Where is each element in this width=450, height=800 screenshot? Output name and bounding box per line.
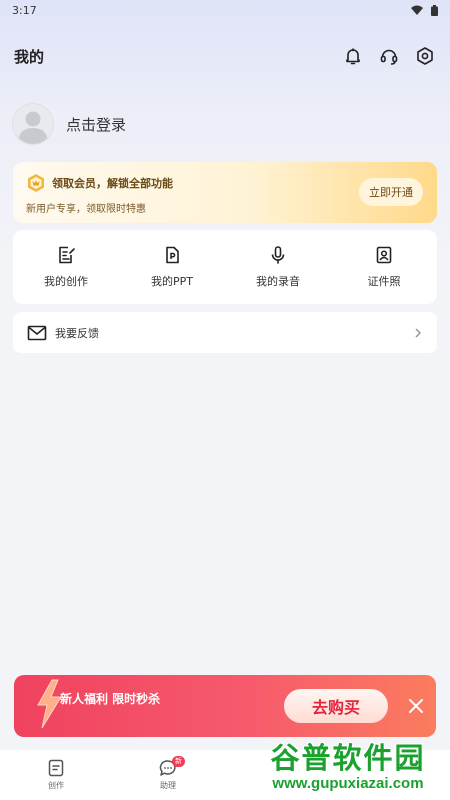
- status-time: 3:17: [12, 3, 37, 17]
- vip-subtitle: 新用户专享，领取限时特惠: [26, 204, 146, 215]
- watermark-brand: 谷普软件园: [270, 741, 426, 775]
- login-prompt[interactable]: 点击登录: [66, 114, 126, 135]
- document-icon: [48, 759, 64, 777]
- tab-label: 创作: [48, 781, 64, 790]
- tab-label: 助理: [160, 781, 176, 790]
- feedback-label: 我要反馈: [55, 326, 99, 340]
- grid-label: 我的创作: [44, 275, 88, 288]
- grid-item-my-ppt[interactable]: 我的PPT: [119, 230, 225, 304]
- avatar[interactable]: [12, 103, 54, 145]
- grid-item-my-recordings[interactable]: 我的录音: [225, 230, 331, 304]
- watermark: 谷普软件园 www.gupuxiazai.com: [248, 735, 448, 797]
- microphone-icon: [271, 246, 285, 264]
- page-title: 我的: [14, 47, 45, 66]
- vip-banner[interactable]: 领取会员，解锁全部功能 新用户专享，领取限时特惠 立即开通: [13, 162, 437, 223]
- feedback-row[interactable]: 我要反馈: [13, 312, 437, 353]
- grid-label: 证件照: [367, 275, 401, 288]
- header-actions: [342, 45, 436, 67]
- profile-login[interactable]: 点击登录: [12, 102, 126, 146]
- chevron-right-icon: [415, 327, 422, 338]
- vip-title-row: 领取会员，解锁全部功能: [26, 173, 173, 193]
- tab-create[interactable]: 创作: [0, 750, 112, 800]
- new-badge: 新: [172, 756, 185, 767]
- vip-activate-button[interactable]: 立即开通: [359, 178, 423, 206]
- mail-icon: [27, 325, 47, 340]
- grid-label: 我的录音: [256, 275, 300, 288]
- settings-icon[interactable]: [414, 45, 436, 67]
- status-icons: [411, 4, 438, 16]
- wifi-icon: [411, 5, 423, 15]
- tab-assistant[interactable]: 助理 新: [112, 750, 224, 800]
- edit-doc-icon: [59, 246, 75, 264]
- promo-text: 新人福利 限时秒杀: [60, 692, 161, 706]
- headset-icon[interactable]: [378, 45, 400, 67]
- vip-crown-icon: [28, 174, 44, 192]
- default-avatar-icon: [18, 111, 48, 144]
- battery-icon: [431, 4, 438, 16]
- vip-title: 领取会员，解锁全部功能: [52, 177, 173, 190]
- promo-banner[interactable]: 新人福利 限时秒杀 去购买: [14, 675, 436, 737]
- header: 我的: [0, 40, 450, 72]
- status-bar: 3:17: [0, 0, 450, 20]
- bell-icon[interactable]: [342, 45, 364, 67]
- grid-item-my-creations[interactable]: 我的创作: [13, 230, 119, 304]
- promo-buy-button[interactable]: 去购买: [284, 689, 388, 723]
- grid-label: 我的PPT: [151, 275, 193, 288]
- watermark-url: www.gupuxiazai.com: [272, 775, 424, 792]
- feature-grid: 我的创作 我的PPT 我的录音 证件照: [13, 230, 437, 304]
- ppt-file-icon: [166, 246, 179, 264]
- id-photo-icon: [376, 246, 392, 264]
- close-icon[interactable]: [406, 696, 426, 716]
- grid-item-id-photo[interactable]: 证件照: [331, 230, 437, 304]
